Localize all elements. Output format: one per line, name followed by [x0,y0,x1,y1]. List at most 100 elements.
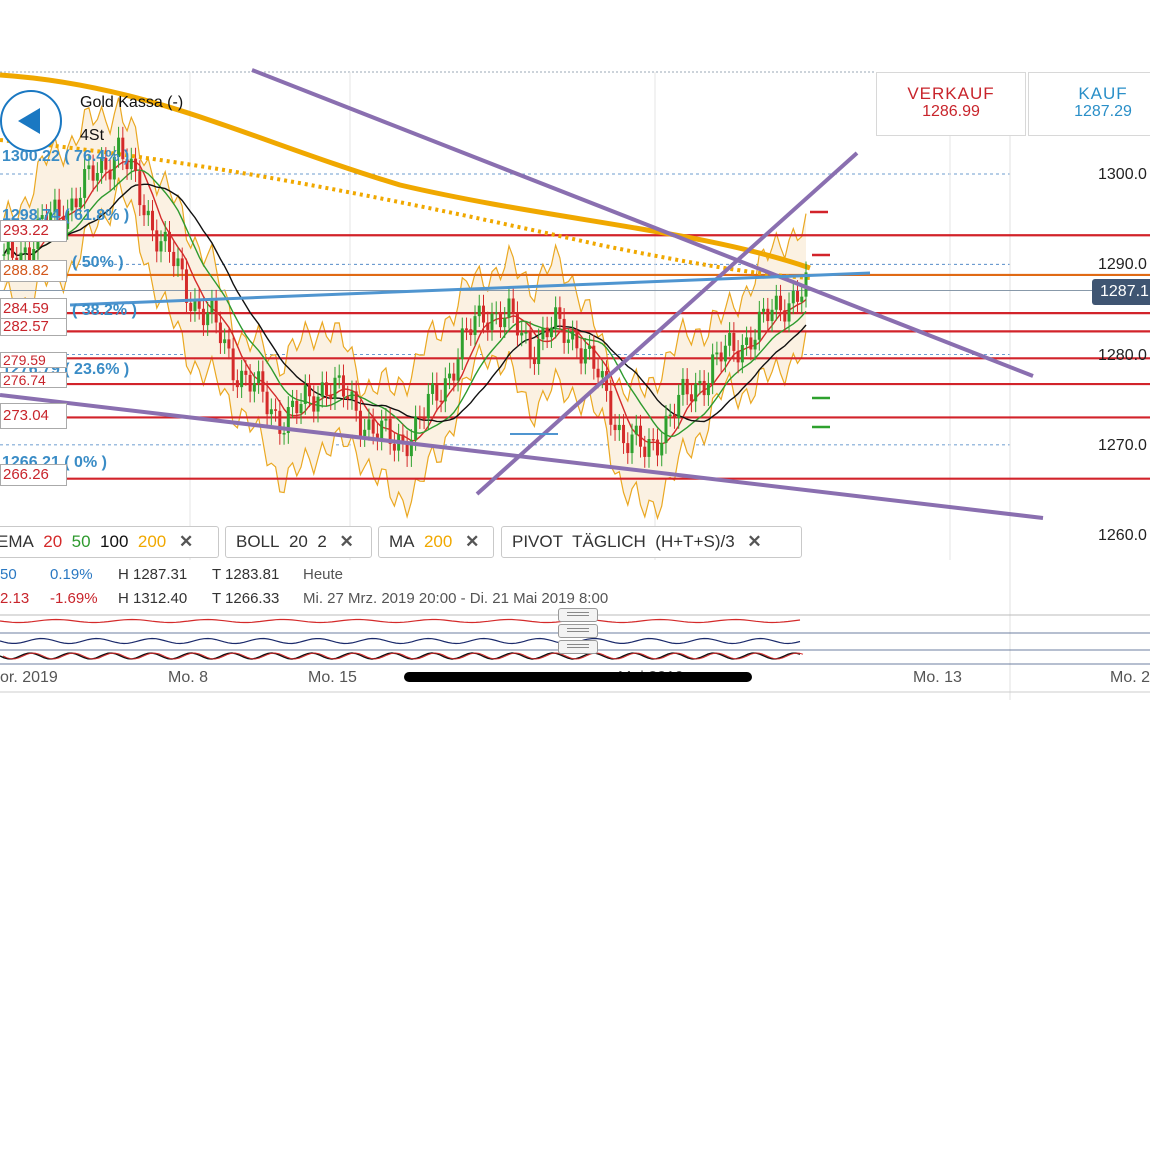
candle-body [257,371,261,384]
candle-body [146,210,150,216]
candle-body [554,307,558,328]
price-tick: 1280.0 [1098,347,1147,364]
candle-body [227,339,231,349]
candle-body [634,425,638,435]
candle-body [588,345,592,349]
close-icon[interactable]: ✕ [747,532,761,551]
candle-body [184,269,188,303]
candle-body [613,424,617,431]
candle-body [240,370,244,388]
pivot-indicator-chip[interactable]: PIVOT TÄGLICH (H+T+S)/3 ✕ [501,526,802,558]
candle-body [448,373,452,379]
candle-body [380,420,384,440]
candle-body [312,396,316,412]
candle-body [78,197,82,208]
candle-body [685,378,689,395]
candle-body [783,310,787,322]
close-icon[interactable]: ✕ [340,532,354,551]
back-arrow-icon [18,108,40,134]
pivot-period: TÄGLICH [572,532,646,551]
close-icon[interactable]: ✕ [465,532,479,551]
date-tick: or. 2019 [0,669,58,686]
panel-resize-handle[interactable] [558,640,598,654]
ma-indicator-chip[interactable]: MA 200 ✕ [378,526,494,558]
candle-body [6,240,10,255]
boll-label: BOLL [236,532,280,551]
candle-body [418,416,422,419]
buy-quote[interactable]: KAUF 1287.29 [1028,72,1150,136]
price-tick: 1300.0 [1098,166,1147,183]
price-tick: 1290.0 [1098,256,1147,273]
candle-body [791,290,795,304]
candle-body [74,198,78,208]
candle-body [664,415,668,443]
candle-body [800,296,804,302]
candle-body [108,169,112,180]
close-icon[interactable]: ✕ [179,532,193,551]
boll-indicator-chip[interactable]: BOLL 20 2 ✕ [225,526,372,558]
price-tick: 1260.0 [1098,527,1147,544]
back-button[interactable] [0,90,62,152]
candle-body [643,446,647,457]
candle-body [155,230,159,252]
candle-body [337,375,341,378]
candle-body [766,308,770,322]
timeframe-label[interactable]: 4St [80,127,104,145]
candle-body [151,210,155,231]
candle-body [129,158,133,170]
candle-body [180,258,184,270]
stat-pct: -1.69% [50,590,98,607]
candle-body [503,317,507,328]
candle-body [537,339,541,365]
candle-body [600,371,604,378]
pivot-formula: (H+T+S)/3 [655,532,735,551]
candle-body [167,231,171,252]
time-scrollbar[interactable] [404,672,752,682]
candle-body [660,442,664,456]
candle-body [532,357,536,365]
candle-body [358,410,362,437]
candle-body [740,344,744,363]
candle-body [592,345,596,369]
ema-label: EMA [0,532,34,551]
candle-body [282,433,286,435]
sell-quote[interactable]: VERKAUF 1286.99 [876,72,1026,136]
candle-body [473,316,477,336]
current-price-badge: 1287.1 [1092,279,1150,305]
candle-body [138,171,142,206]
candle-body [575,331,579,349]
candle-body [426,393,430,419]
candle-body [265,391,269,415]
panel-resize-handle[interactable] [558,608,598,622]
candle-body [524,332,528,334]
candle-body [558,307,562,319]
candle-body [210,300,214,313]
candle-body [134,158,138,172]
candle-body [176,258,180,267]
candle-body [95,173,99,181]
candle-body [163,231,167,242]
candle-body [723,345,727,362]
candle-body [719,352,723,362]
candle-body [316,396,320,412]
candle-body [672,414,676,418]
candle-body [469,329,473,336]
candle-body [320,382,324,397]
level-label: 293.22 [0,220,67,242]
candle-body [422,418,426,420]
candle-body [477,305,481,317]
candle-body [706,383,710,396]
candle-body [291,400,295,408]
candle-body [711,354,715,384]
ema-20: 20 [43,532,63,551]
candle-body [562,318,566,343]
candle-body [465,328,469,330]
sell-price: 1286.99 [922,103,980,120]
candle-body [689,394,693,402]
candle-body [159,241,163,252]
panel-resize-handle[interactable] [558,624,598,638]
candle-body [303,385,307,404]
ema-indicator-chip[interactable]: EMA 20 50 100 200 ✕ [0,526,219,558]
candle-body [490,313,494,330]
candle-body [486,322,490,330]
